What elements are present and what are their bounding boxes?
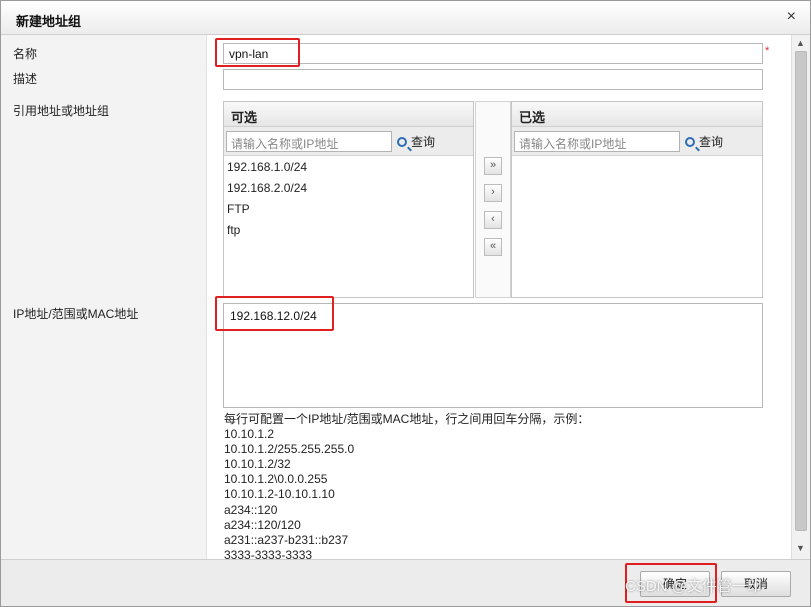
new-address-group-dialog: 新建地址组 × 名称 描述 引用地址或地址组 IP地址/范围或MAC地址 vpn… [0,0,811,607]
cancel-button[interactable]: 取消 [721,571,791,597]
search-icon [397,137,407,147]
scroll-up-icon[interactable]: ▲ [796,38,805,48]
help-example-line: a234::120 [224,502,278,517]
available-list-item[interactable]: 192.168.1.0/24 [224,157,473,178]
selected-search-input[interactable]: 请输入名称或IP地址 [514,131,680,152]
available-list-item[interactable]: ftp [224,220,473,241]
selected-search-label: 查询 [699,135,724,149]
selected-search-button[interactable]: 查询 [685,133,723,150]
search-icon [685,137,695,147]
selected-search-bar: 请输入名称或IP地址 查询 [512,127,762,156]
reference-label: 引用地址或地址组 [13,104,110,118]
add-all-button[interactable]: » [484,157,502,175]
move-button-column: » › ‹ « [475,101,511,298]
description-field[interactable] [223,69,763,90]
help-example-line: a231::a237-b231::b237 [224,532,349,547]
close-icon[interactable]: × [787,8,796,26]
remove-button[interactable]: ‹ [484,211,502,229]
description-label: 描述 [13,72,38,86]
available-search-label: 查询 [411,135,436,149]
available-search-bar: 请输入名称或IP地址 查询 [224,127,473,156]
ip-address-textarea[interactable]: 192.168.12.0/24 [223,303,763,408]
help-intro: 每行可配置一个IP地址/范围或MAC地址，行之间用回车分隔，示例： [224,412,590,426]
help-examples: 10.10.1.2 10.10.1.2/255.255.255.0 10.10.1.… [224,427,589,563]
help-text: 每行可配置一个IP地址/范围或MAC地址，行之间用回车分隔，示例： 10.10.… [224,412,589,563]
available-list: 192.168.1.0/24 192.168.2.0/24 FTP ftp [224,157,473,241]
dialog-titlebar: 新建地址组 × [1,1,810,35]
help-example-line: 10.10.1.2 [224,427,275,442]
selected-panel: 已选 请输入名称或IP地址 查询 [511,101,763,298]
dialog-title: 新建地址组 [16,14,82,29]
available-list-item[interactable]: FTP [224,199,473,220]
scroll-down-icon[interactable]: ▼ [796,543,805,553]
available-search-input[interactable]: 请输入名称或IP地址 [226,131,392,152]
name-label: 名称 [13,47,38,61]
add-button[interactable]: › [484,184,502,202]
required-marker: * [765,45,770,57]
available-search-button[interactable]: 查询 [397,133,435,150]
dialog-footer: 确定 取消 [1,559,810,606]
available-panel: 可选 请输入名称或IP地址 查询 192.168.1.0/24 192.168.2… [223,101,474,298]
help-example-line: 10.10.1.2-10.10.1.10 [224,487,335,502]
help-example-line: a234::120/120 [224,517,301,532]
selected-panel-title: 已选 [512,102,762,127]
remove-all-button[interactable]: « [484,238,502,256]
ok-button[interactable]: 确定 [640,571,710,597]
label-column: 名称 描述 引用地址或地址组 IP地址/范围或MAC地址 [1,35,207,559]
vertical-scrollbar[interactable]: ▲ ▼ [791,35,810,559]
help-example-line: 10.10.1.2\0.0.0.255 [224,472,328,487]
available-list-item[interactable]: 192.168.2.0/24 [224,178,473,199]
ip-range-label: IP地址/范围或MAC地址 [13,307,139,321]
help-example-line: 10.10.1.2/32 [224,457,291,472]
name-field[interactable]: vpn-lan [223,43,763,64]
help-example-line: 10.10.1.2/255.255.255.0 [224,442,355,457]
scroll-thumb[interactable] [795,51,807,531]
available-panel-title: 可选 [224,102,473,127]
